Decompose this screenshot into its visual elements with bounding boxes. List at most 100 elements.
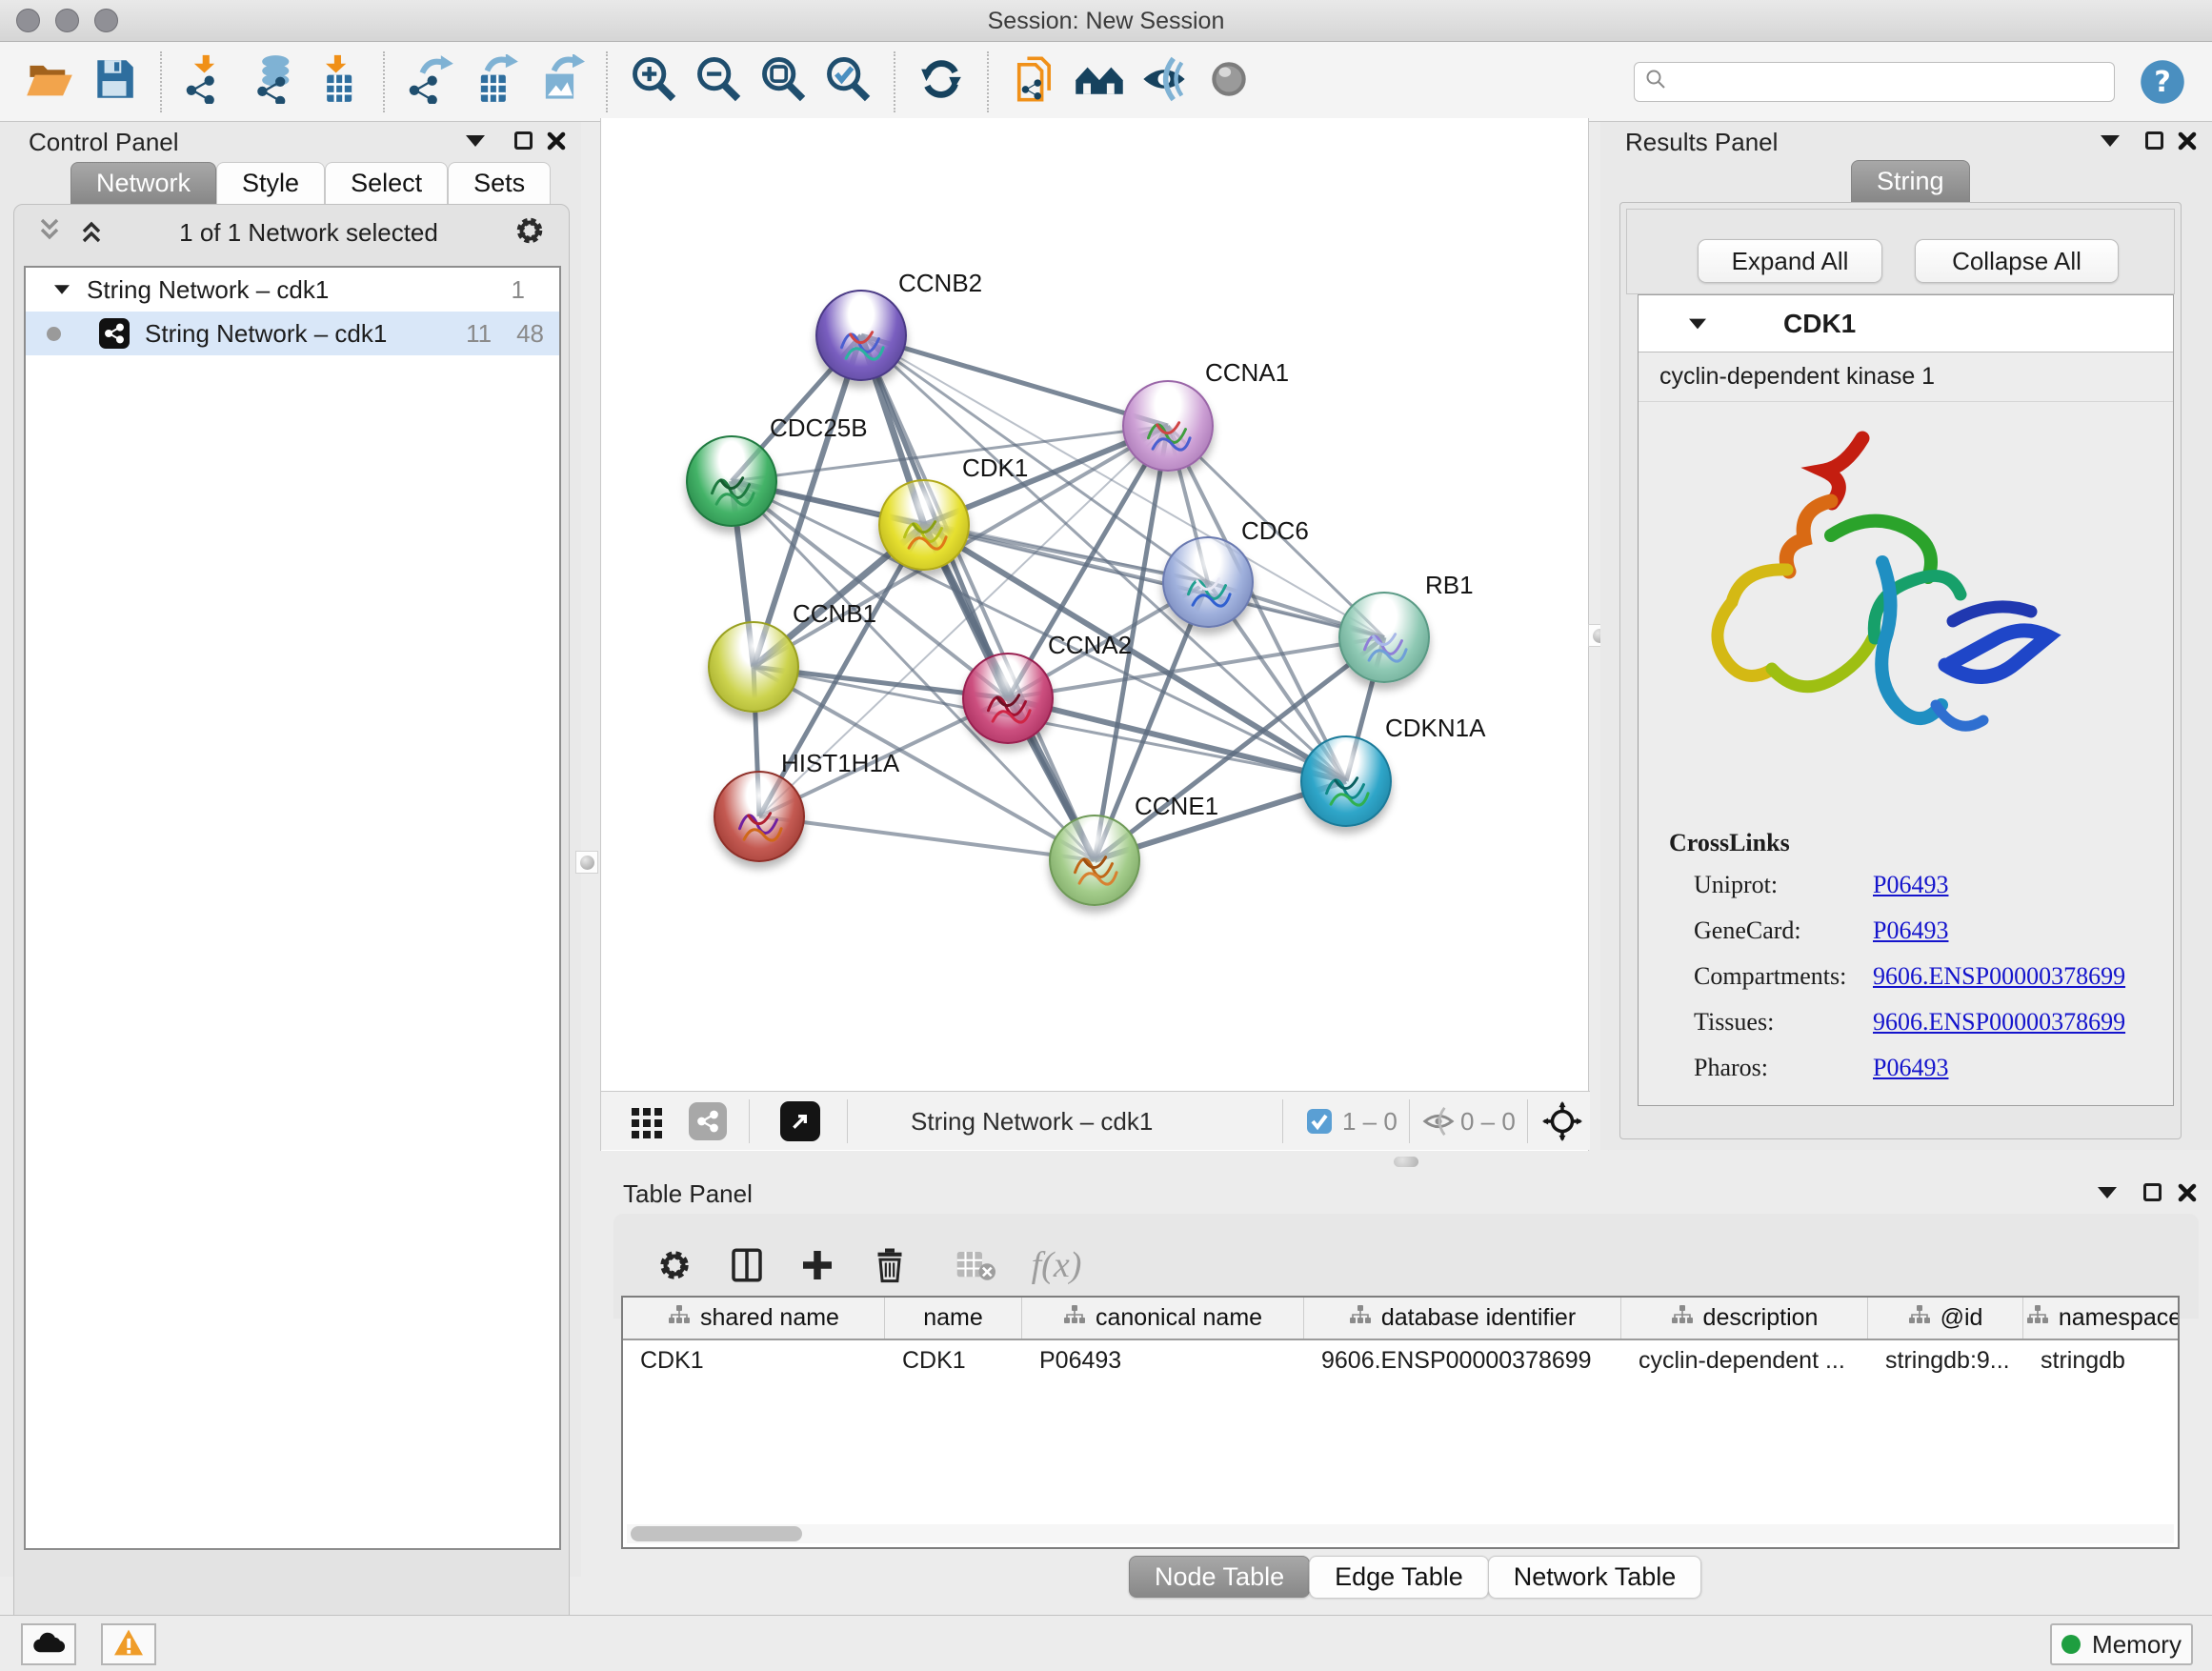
float-panel-icon[interactable] [2101,135,2120,147]
results-tab-string[interactable]: String [1851,160,1970,202]
crosslink-link[interactable]: P06493 [1873,871,1948,899]
network-node-ccna1[interactable] [1122,380,1214,472]
birdseye-toggle[interactable] [630,1092,664,1151]
import-network-database-button[interactable] [246,52,299,111]
export-network-button[interactable] [404,52,457,111]
zoom-out-button[interactable] [692,52,745,111]
table-cell[interactable]: CDK1 [885,1340,1022,1380]
collapse-all-icon[interactable] [35,214,64,252]
selected-checkbox[interactable] [1306,1092,1333,1151]
warnings-button[interactable] [101,1623,156,1665]
tab-sets[interactable]: Sets [448,162,551,204]
table-row[interactable]: CDK1CDK1P064939606.ENSP00000378699cyclin… [623,1340,2178,1380]
network-row-selected[interactable]: String Network – cdk1 11 48 [26,312,559,355]
memory-button[interactable]: Memory [2050,1623,2193,1665]
close-panel-icon[interactable] [2176,130,2199,157]
hide-panel-button[interactable] [1137,52,1191,111]
gear-icon[interactable] [512,212,548,253]
float-panel-icon[interactable] [466,135,485,147]
crosslink-link[interactable]: P06493 [1873,916,1948,945]
show-all-views-button[interactable] [1073,52,1126,111]
collection-expand-icon[interactable] [54,285,70,294]
table-hscrollbar[interactable] [627,1524,2174,1543]
network-node-cdk1[interactable] [878,479,970,571]
left-splitter-handle[interactable] [575,851,598,874]
crosslink-link[interactable]: 9606.ENSP00000378699 [1873,962,2125,991]
network-node-ccnb1[interactable] [708,621,799,713]
network-canvas[interactable]: CCNB2CCNA1CDC25BCDK1CDC6RB1CCNB1CCNA2CDK… [601,118,1590,1091]
gray-eye-icon[interactable] [1202,52,1256,111]
import-network-file-button[interactable] [181,52,234,111]
table-cell[interactable]: stringdb [2023,1340,2180,1380]
network-node-ccnb2[interactable] [815,290,907,381]
refresh-button[interactable] [915,52,968,111]
network-node-ccne1[interactable] [1049,815,1140,906]
table-cell[interactable]: cyclin-dependent ... [1621,1340,1868,1380]
tab-edge-table[interactable]: Edge Table [1309,1556,1489,1598]
tab-style[interactable]: Style [216,162,325,204]
tab-network-table[interactable]: Network Table [1488,1556,1702,1598]
tab-network[interactable]: Network [70,162,216,204]
open-in-window-button[interactable] [780,1092,820,1151]
collapse-all-button[interactable]: Collapse All [1915,239,2119,283]
scrollbar-thumb[interactable] [631,1526,802,1541]
close-panel-icon[interactable] [2176,1181,2199,1209]
fit-content-button[interactable] [1542,1092,1582,1151]
column-header-namespace[interactable]: namespace [2023,1298,2180,1339]
help-button[interactable]: ? [2138,57,2187,107]
export-image-button[interactable] [533,52,587,111]
zoom-fit-button[interactable] [756,52,810,111]
network-badge-icon[interactable] [689,1092,727,1151]
delete-column-button[interactable] [863,1238,916,1292]
show-columns-button[interactable] [720,1238,774,1292]
table-cell[interactable]: stringdb:9... [1868,1340,2023,1380]
import-table-button[interactable] [311,52,364,111]
table-cell[interactable]: P06493 [1022,1340,1304,1380]
network-node-hist1h1a[interactable] [714,771,805,862]
column-header-database-identifier[interactable]: database identifier [1304,1298,1621,1339]
maximize-panel-icon[interactable] [2145,131,2163,150]
close-panel-icon[interactable] [545,130,568,157]
zoom-selected-button[interactable] [821,52,875,111]
column-header-description[interactable]: description [1621,1298,1868,1339]
column-header-canonical-name[interactable]: canonical name [1022,1298,1304,1339]
network-node-cdc6[interactable] [1162,536,1254,628]
network-node-ccna2[interactable] [962,653,1054,744]
network-node-rb1[interactable] [1338,592,1430,683]
protein-ribbon-icon [1177,559,1237,618]
network-collection-row[interactable]: String Network – cdk1 1 [26,268,559,312]
export-table-button[interactable] [469,52,522,111]
splitter-dot [580,856,594,870]
network-edge[interactable] [861,335,1168,426]
column-header--id[interactable]: @id [1868,1298,2023,1339]
cloud-button[interactable] [21,1623,76,1665]
table-cell[interactable]: CDK1 [623,1340,885,1380]
column-header-shared-name[interactable]: shared name [623,1298,885,1339]
save-session-button[interactable] [88,52,141,111]
expand-all-button[interactable]: Expand All [1698,239,1882,283]
network-edge[interactable] [861,335,1095,860]
crosslink-link[interactable]: 9606.ENSP00000378699 [1873,1008,2125,1037]
search-input[interactable] [1675,69,2094,95]
node-entry-header[interactable]: CDK1 [1639,295,2173,352]
maximize-panel-icon[interactable] [514,131,533,150]
table-cell[interactable]: 9606.ENSP00000378699 [1304,1340,1621,1380]
tab-node-table[interactable]: Node Table [1129,1556,1310,1598]
network-edge[interactable] [759,816,1095,860]
hidden-eye-icon[interactable] [1422,1092,1455,1151]
expand-all-icon[interactable] [77,214,106,252]
table-settings-button[interactable] [648,1238,701,1292]
crosslink-link[interactable]: P06493 [1873,1054,1948,1082]
entry-collapse-icon[interactable] [1689,318,1706,329]
bottom-splitter-handle[interactable] [1394,1157,1418,1167]
network-node-cdc25b[interactable] [686,435,777,527]
create-column-button[interactable] [791,1238,844,1292]
network-node-cdkn1a[interactable] [1300,735,1392,827]
float-panel-icon[interactable] [2098,1187,2117,1198]
column-header-name[interactable]: name [885,1298,1022,1339]
maximize-panel-icon[interactable] [2143,1183,2162,1201]
open-session-button[interactable] [23,52,76,111]
tab-select[interactable]: Select [325,162,448,204]
zoom-in-button[interactable] [627,52,680,111]
copy-network-button[interactable] [1008,52,1061,111]
